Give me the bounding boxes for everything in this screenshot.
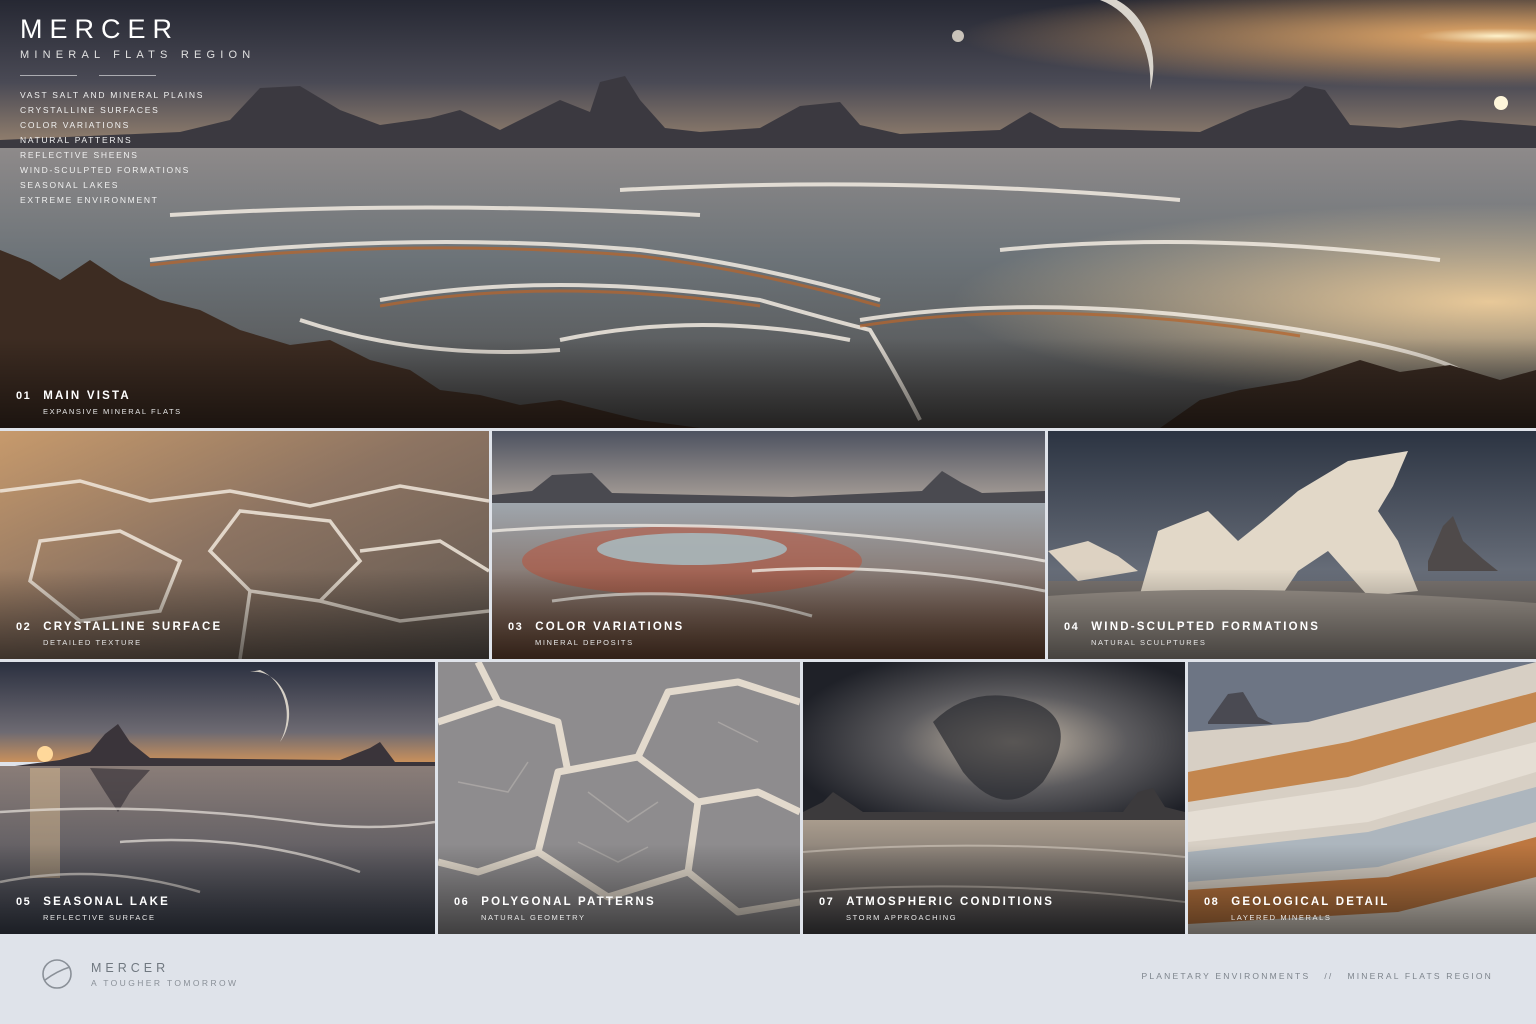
panel-caption: 05 SEASONAL LAKE REFLECTIVE SURFACE bbox=[16, 896, 170, 922]
panel-number: 05 bbox=[16, 896, 32, 908]
panel-subtitle: EXPANSIVE MINERAL FLATS bbox=[43, 407, 182, 416]
panel-color-variations[interactable]: 03 COLOR VARIATIONS MINERAL DEPOSITS bbox=[492, 431, 1045, 659]
panel-polygonal-patterns[interactable]: 06 POLYGONAL PATTERNS NATURAL GEOMETRY bbox=[438, 662, 800, 934]
footer-category: PLANETARY ENVIRONMENTS bbox=[1141, 971, 1311, 981]
footer-separator: // bbox=[1324, 971, 1334, 981]
feature-item: WIND-SCULPTED FORMATIONS bbox=[20, 165, 191, 175]
panel-title: COLOR VARIATIONS bbox=[535, 621, 685, 633]
panel-main-vista[interactable]: MERCER MINERAL FLATS REGION VAST SALT AN… bbox=[0, 0, 1536, 428]
divider-rules bbox=[20, 75, 255, 76]
panel-subtitle: NATURAL GEOMETRY bbox=[481, 913, 586, 922]
caption-shade bbox=[0, 338, 1536, 428]
panel-title: WIND-SCULPTED FORMATIONS bbox=[1091, 621, 1321, 633]
feature-item: COLOR VARIATIONS bbox=[20, 120, 131, 130]
panel-wind-sculpted-formations[interactable]: 04 WIND-SCULPTED FORMATIONS NATURAL SCUL… bbox=[1048, 431, 1536, 659]
planet-ring-icon bbox=[40, 957, 74, 996]
panel-crystalline-surface[interactable]: 02 CRYSTALLINE SURFACE DETAILED TEXTURE bbox=[0, 431, 489, 659]
panel-title: ATMOSPHERIC CONDITIONS bbox=[846, 896, 1055, 908]
panel-caption: 03 COLOR VARIATIONS MINERAL DEPOSITS bbox=[508, 621, 684, 647]
panel-subtitle: MINERAL DEPOSITS bbox=[535, 638, 634, 647]
panel-caption: 08 GEOLOGICAL DETAIL LAYERED MINERALS bbox=[1204, 896, 1390, 922]
panel-number: 02 bbox=[16, 621, 32, 633]
panel-subtitle: NATURAL SCULPTURES bbox=[1091, 638, 1207, 647]
panel-atmospheric-conditions[interactable]: 07 ATMOSPHERIC CONDITIONS STORM APPROACH… bbox=[803, 662, 1185, 934]
footer-brand: MERCER A TOUGHER TOMORROW bbox=[91, 961, 238, 988]
panel-caption: 02 CRYSTALLINE SURFACE DETAILED TEXTURE bbox=[16, 621, 222, 647]
brand-title: MERCER bbox=[20, 14, 180, 44]
feature-list: VAST SALT AND MINERAL PLAINS CRYSTALLINE… bbox=[20, 88, 255, 208]
panel-caption: 07 ATMOSPHERIC CONDITIONS STORM APPROACH… bbox=[819, 896, 1054, 922]
panel-subtitle: DETAILED TEXTURE bbox=[43, 638, 142, 647]
panel-caption: 06 POLYGONAL PATTERNS NATURAL GEOMETRY bbox=[454, 896, 656, 922]
panel-subtitle: STORM APPROACHING bbox=[846, 913, 958, 922]
panel-title: CRYSTALLINE SURFACE bbox=[43, 621, 223, 633]
panel-number: 07 bbox=[819, 896, 835, 908]
feature-item: VAST SALT AND MINERAL PLAINS bbox=[20, 90, 205, 100]
panel-title: SEASONAL LAKE bbox=[43, 896, 171, 908]
feature-item: EXTREME ENVIRONMENT bbox=[20, 195, 159, 205]
panel-title: MAIN VISTA bbox=[43, 390, 131, 402]
brand-header: MERCER MINERAL FLATS REGION VAST SALT AN… bbox=[20, 14, 255, 208]
panel-geological-detail[interactable]: 08 GEOLOGICAL DETAIL LAYERED MINERALS bbox=[1188, 662, 1536, 934]
feature-item: SEASONAL LAKES bbox=[20, 180, 120, 190]
panel-number: 04 bbox=[1064, 621, 1080, 633]
panel-subtitle: REFLECTIVE SURFACE bbox=[43, 913, 156, 922]
panel-number: 03 bbox=[508, 621, 524, 633]
footer-meta: PLANETARY ENVIRONMENTS // MINERAL FLATS … bbox=[1141, 971, 1493, 981]
footer-region: MINERAL FLATS REGION bbox=[1347, 971, 1493, 981]
footer-tagline: A TOUGHER TOMORROW bbox=[91, 978, 239, 988]
panel-title: GEOLOGICAL DETAIL bbox=[1231, 896, 1390, 908]
panel-number: 01 bbox=[16, 390, 32, 402]
feature-item: NATURAL PATTERNS bbox=[20, 135, 133, 145]
panel-subtitle: LAYERED MINERALS bbox=[1231, 913, 1332, 922]
feature-item: REFLECTIVE SHEENS bbox=[20, 150, 139, 160]
brand-region: MINERAL FLATS REGION bbox=[20, 49, 256, 61]
panel-seasonal-lake[interactable]: 05 SEASONAL LAKE REFLECTIVE SURFACE bbox=[0, 662, 435, 934]
panel-number: 08 bbox=[1204, 896, 1220, 908]
footer: MERCER A TOUGHER TOMORROW PLANETARY ENVI… bbox=[0, 935, 1536, 1024]
feature-item: CRYSTALLINE SURFACES bbox=[20, 105, 160, 115]
panel-number: 06 bbox=[454, 896, 470, 908]
panel-caption: 01 MAIN VISTA EXPANSIVE MINERAL FLATS bbox=[16, 390, 182, 416]
panel-title: POLYGONAL PATTERNS bbox=[481, 896, 656, 908]
footer-brand-name: MERCER bbox=[91, 961, 170, 975]
panel-caption: 04 WIND-SCULPTED FORMATIONS NATURAL SCUL… bbox=[1064, 621, 1320, 647]
